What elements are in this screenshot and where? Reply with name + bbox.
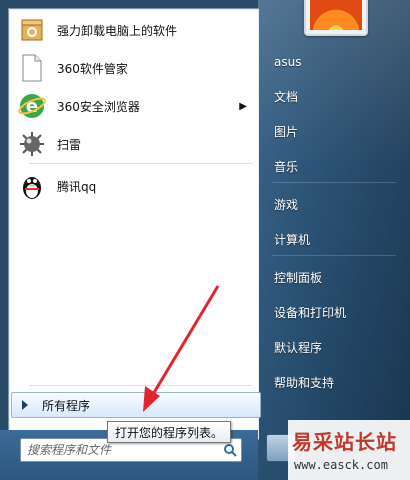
minesweeper-icon bbox=[17, 129, 47, 159]
user-avatar[interactable] bbox=[310, 0, 362, 30]
search-icon[interactable] bbox=[219, 443, 241, 457]
blank-document-icon bbox=[17, 53, 47, 83]
tooltip-text: 打开您的程序列表。 bbox=[115, 425, 224, 440]
right-item-devices-printers[interactable]: 设备和打印机 bbox=[264, 298, 404, 326]
right-item-control-panel[interactable]: 控制面板 bbox=[264, 263, 404, 291]
tooltip: 打开您的程序列表。 bbox=[107, 421, 232, 443]
right-item-label: 图片 bbox=[274, 124, 299, 139]
right-item-pictures[interactable]: 图片 bbox=[264, 117, 404, 145]
right-item-user[interactable]: asus bbox=[264, 48, 404, 76]
left-pane: 强力卸载电脑上的软件 360软件管家 e 360安全浏览器 ▶ 扫雷 腾讯qq … bbox=[8, 8, 261, 440]
uninstall-box-icon bbox=[17, 15, 47, 45]
right-item-label: 控制面板 bbox=[274, 270, 323, 285]
start-menu: 强力卸载电脑上的软件 360软件管家 e 360安全浏览器 ▶ 扫雷 腾讯qq … bbox=[0, 0, 410, 480]
program-item-minesweeper[interactable]: 扫雷 bbox=[17, 127, 257, 161]
program-label: 360软件管家 bbox=[57, 61, 128, 76]
right-item-label: 计算机 bbox=[274, 232, 311, 247]
watermark: 易采站长站 www.easck.com bbox=[288, 420, 410, 480]
submenu-arrow-icon[interactable]: ▶ bbox=[239, 101, 247, 112]
divider bbox=[272, 182, 396, 183]
user-picture-frame[interactable] bbox=[304, 0, 368, 36]
right-item-label: 默认程序 bbox=[274, 340, 323, 355]
right-item-label: 游戏 bbox=[274, 197, 299, 212]
right-item-label: 设备和打印机 bbox=[274, 305, 347, 320]
right-item-label: 音乐 bbox=[274, 159, 299, 174]
right-item-help-support[interactable]: 帮助和支持 bbox=[264, 368, 404, 396]
right-item-computer[interactable]: 计算机 bbox=[264, 225, 404, 253]
right-item-default-programs[interactable]: 默认程序 bbox=[264, 333, 404, 361]
program-label: 腾讯qq bbox=[57, 179, 97, 194]
qq-penguin-icon bbox=[17, 171, 47, 201]
program-item-uninstall[interactable]: 强力卸载电脑上的软件 bbox=[17, 13, 257, 47]
right-item-label: 文档 bbox=[274, 89, 299, 104]
right-item-label: 帮助和支持 bbox=[274, 375, 335, 390]
360-browser-icon: e bbox=[17, 91, 47, 121]
right-item-games[interactable]: 游戏 bbox=[264, 190, 404, 218]
watermark-logo: 易采站长站 bbox=[292, 430, 397, 454]
program-label: 扫雷 bbox=[57, 137, 82, 152]
watermark-url: www.easck.com bbox=[294, 458, 388, 472]
right-item-music[interactable]: 音乐 bbox=[264, 152, 404, 180]
program-label: 强力卸载电脑上的软件 bbox=[57, 23, 178, 38]
all-programs-button[interactable]: 所有程序 bbox=[11, 392, 261, 418]
program-label: 360安全浏览器 bbox=[57, 99, 140, 114]
divider bbox=[29, 163, 253, 164]
program-item-qq[interactable]: 腾讯qq bbox=[17, 169, 257, 203]
search-input[interactable] bbox=[21, 443, 219, 457]
program-item-360-manager[interactable]: 360软件管家 bbox=[17, 51, 257, 85]
program-item-360-browser[interactable]: e 360安全浏览器 ▶ bbox=[17, 89, 257, 123]
divider bbox=[272, 255, 396, 256]
right-item-label: asus bbox=[274, 55, 302, 69]
right-item-documents[interactable]: 文档 bbox=[264, 82, 404, 110]
divider bbox=[29, 385, 253, 386]
all-programs-label: 所有程序 bbox=[42, 398, 91, 413]
expand-triangle-icon bbox=[22, 400, 28, 410]
